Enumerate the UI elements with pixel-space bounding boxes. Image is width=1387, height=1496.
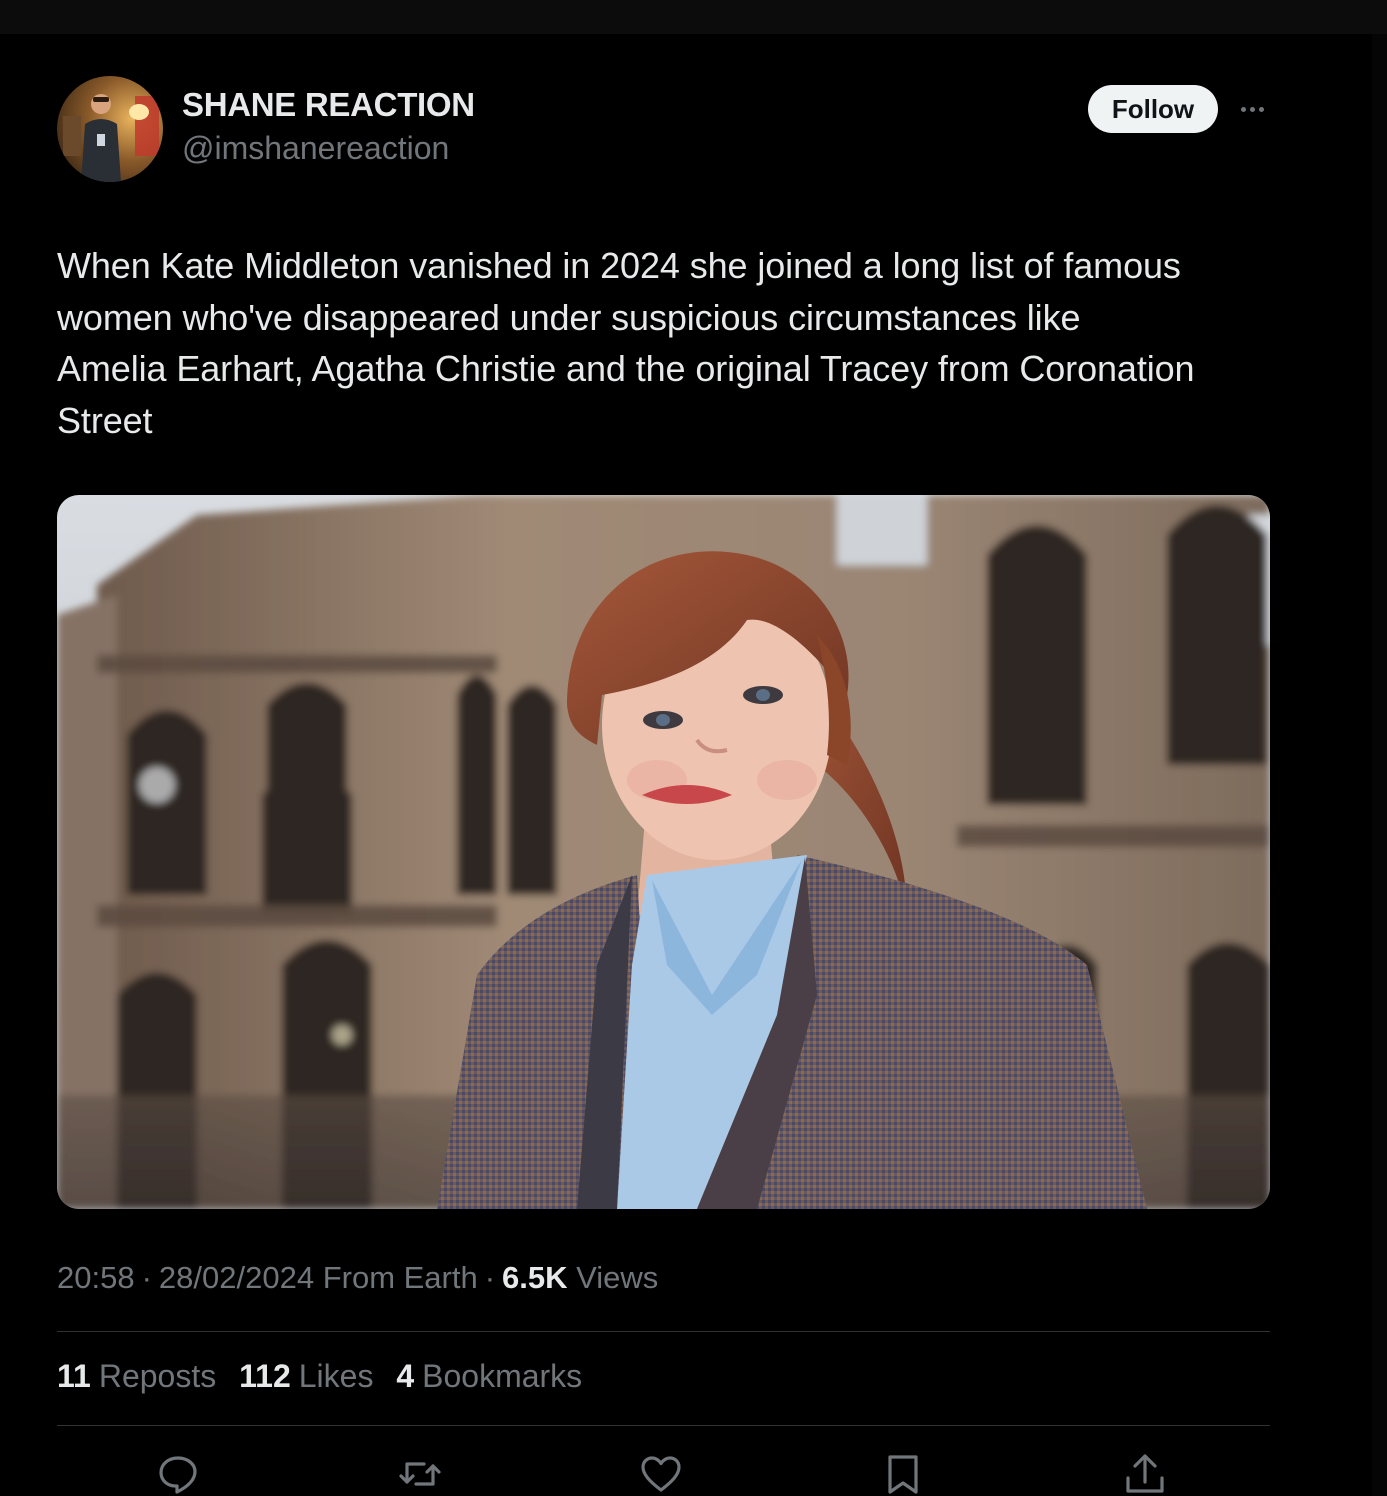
scrollbar-track bbox=[1372, 34, 1387, 1496]
like-icon bbox=[641, 1456, 681, 1492]
reposts-count: 11 bbox=[57, 1358, 91, 1394]
bookmarks-stat[interactable]: 4 Bookmarks bbox=[396, 1358, 582, 1395]
like-button[interactable] bbox=[639, 1452, 683, 1496]
views-label: Views bbox=[576, 1260, 659, 1295]
tweet-date[interactable]: 28/02/2024 bbox=[159, 1260, 314, 1295]
engagement-stats: 11 Reposts 112 Likes 4 Bookmarks bbox=[57, 1358, 596, 1395]
tweet-text-line: Amelia Earhart, Agatha Christie and the … bbox=[57, 348, 1195, 389]
avatar[interactable] bbox=[57, 76, 163, 182]
divider bbox=[57, 1331, 1270, 1332]
tweet-text-line: Street bbox=[57, 399, 153, 441]
tweet-metadata: 20:58 · 28/02/2024 From Earth · 6.5K Views bbox=[57, 1260, 658, 1296]
meta-separator: · bbox=[141, 1260, 152, 1295]
tweet-source: From Earth bbox=[322, 1260, 478, 1295]
reply-button[interactable] bbox=[156, 1452, 200, 1496]
author-display-name[interactable]: SHANE REACTION bbox=[182, 86, 475, 124]
profile-photo-icon bbox=[57, 76, 163, 182]
tweet-text-line: women who've disappeared under suspiciou… bbox=[57, 296, 1081, 338]
likes-stat[interactable]: 112 Likes bbox=[239, 1358, 373, 1395]
share-button[interactable] bbox=[1123, 1452, 1167, 1496]
divider bbox=[57, 1425, 1270, 1426]
tweet-text-line: When Kate Middleton vanished in 2024 she… bbox=[57, 245, 1181, 286]
likes-count: 112 bbox=[239, 1358, 291, 1394]
meta-separator: · bbox=[484, 1260, 496, 1295]
attached-photo-icon bbox=[57, 495, 1270, 1209]
more-horizontal-icon bbox=[1240, 106, 1246, 112]
views-count: 6.5K bbox=[502, 1260, 568, 1295]
tweet-media-photo[interactable] bbox=[57, 495, 1270, 1209]
bookmarks-count: 4 bbox=[396, 1358, 415, 1394]
repost-icon bbox=[399, 1462, 441, 1486]
reply-icon bbox=[159, 1456, 197, 1494]
tweet-text: When Kate Middleton vanished in 2024 she… bbox=[57, 240, 1287, 446]
author-handle[interactable]: @imshanereaction bbox=[182, 130, 449, 167]
follow-button[interactable]: Follow bbox=[1088, 85, 1218, 133]
repost-button[interactable] bbox=[398, 1452, 442, 1496]
share-icon bbox=[1126, 1454, 1164, 1493]
reposts-stat[interactable]: 11 Reposts bbox=[57, 1358, 216, 1395]
bookmarks-label: Bookmarks bbox=[422, 1358, 583, 1394]
bookmark-icon bbox=[888, 1455, 918, 1494]
likes-label: Likes bbox=[298, 1358, 374, 1394]
top-bar bbox=[0, 0, 1387, 34]
tweet-time[interactable]: 20:58 bbox=[57, 1260, 135, 1295]
more-options-button[interactable] bbox=[1232, 92, 1272, 126]
bookmark-button[interactable] bbox=[881, 1452, 925, 1496]
reposts-label: Reposts bbox=[98, 1358, 217, 1394]
